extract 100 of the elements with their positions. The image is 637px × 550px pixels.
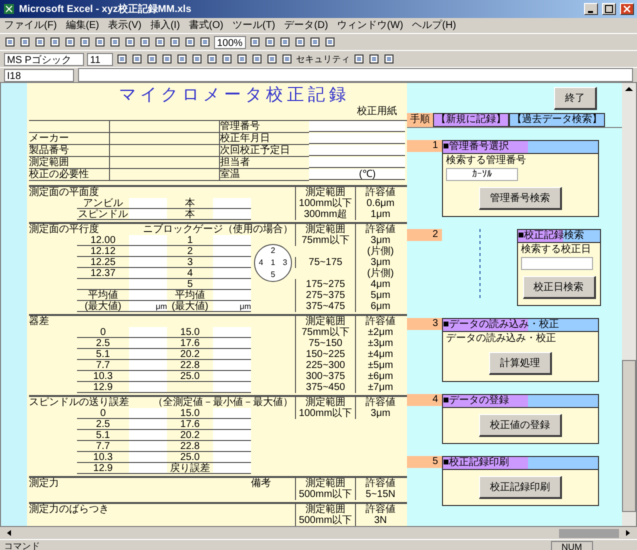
info-label: 製品番号 (29, 145, 109, 157)
formula-input[interactable] (78, 68, 633, 82)
input-cell[interactable] (129, 441, 167, 452)
info-label: 測定範囲 (29, 157, 109, 169)
remark-label: 備考 (251, 478, 271, 489)
input-cell[interactable] (129, 419, 167, 430)
info-input[interactable] (309, 121, 405, 132)
step-button[interactable]: 校正日検索 (522, 276, 596, 299)
input-cell[interactable] (129, 198, 167, 209)
end-button[interactable]: 終了 (554, 86, 597, 110)
input-cell[interactable] (213, 268, 251, 279)
input-cell[interactable] (129, 408, 167, 419)
input-cell[interactable] (129, 349, 167, 360)
info-input[interactable] (309, 145, 405, 156)
spec-header: 測定範囲 (295, 224, 355, 235)
input-cell[interactable] (213, 360, 251, 371)
search-field[interactable]: ｶｰｿﾙ (446, 168, 518, 181)
input-cell[interactable] (213, 408, 251, 419)
input-cell[interactable] (213, 371, 251, 382)
spec-range: 500mm以下 (295, 515, 355, 526)
info-value-cell[interactable] (109, 169, 219, 181)
menu-item[interactable]: 表示(V) (108, 18, 142, 33)
input-cell[interactable] (129, 452, 167, 463)
sheet-subtitle: 校正用紙 (356, 106, 398, 118)
step-button[interactable]: 計算処理 (489, 352, 552, 375)
input-cell[interactable] (213, 338, 251, 349)
step-button[interactable]: 校正記録印刷 (479, 476, 562, 499)
input-cell[interactable] (129, 235, 167, 246)
name-box[interactable]: I18 (4, 68, 74, 82)
menu-item[interactable]: ヘルプ(H) (412, 18, 456, 33)
input-cell[interactable] (129, 360, 167, 371)
menu-item[interactable]: データ(D) (284, 18, 328, 33)
input-cell[interactable] (213, 246, 251, 257)
step-button[interactable]: 校正値の登録 (479, 414, 562, 437)
input-cell[interactable] (129, 279, 167, 290)
input-cell[interactable] (213, 235, 251, 246)
input-cell[interactable] (213, 198, 251, 209)
minimize-button[interactable] (584, 3, 598, 15)
spec-range: 375~475 (295, 301, 355, 312)
menu-item[interactable]: 書式(O) (188, 18, 224, 33)
info-input[interactable] (309, 133, 405, 144)
section-title: 器差 (29, 316, 49, 327)
input-cell[interactable] (213, 430, 251, 441)
security-button[interactable]: セキュリティ (296, 52, 350, 66)
tab[interactable]: 【新規に記録】 (433, 113, 509, 127)
input-cell[interactable] (129, 290, 167, 301)
menu-item[interactable]: 挿入(I) (150, 18, 180, 33)
input-cell[interactable] (129, 463, 167, 474)
scrollbar-thumb[interactable] (622, 360, 636, 512)
info-value-cell[interactable] (109, 157, 219, 169)
spec-tolerance: 1μm (355, 209, 405, 220)
input-cell[interactable] (213, 327, 251, 338)
input-cell[interactable] (129, 209, 167, 220)
input-cell[interactable] (129, 382, 167, 393)
input-cell[interactable] (213, 463, 251, 474)
vertical-scrollbar[interactable] (622, 83, 636, 526)
info-value-cell[interactable] (109, 121, 219, 133)
scrollbar-thumb[interactable] (559, 528, 619, 538)
input-cell[interactable] (129, 371, 167, 382)
spec-header: 許容値 (355, 397, 405, 408)
input-cell[interactable] (213, 279, 251, 290)
input-cell[interactable] (213, 452, 251, 463)
search-field[interactable] (521, 257, 593, 270)
input-cell[interactable] (213, 382, 251, 393)
input-cell[interactable] (129, 257, 167, 268)
input-cell[interactable] (129, 268, 167, 279)
font-dropdown[interactable]: MS Pゴシック (4, 52, 84, 66)
info-input[interactable] (309, 157, 405, 168)
spec-range: 375~450 (295, 382, 355, 393)
input-cell[interactable] (129, 327, 167, 338)
tab[interactable]: 【過去データ検索】 (509, 113, 605, 127)
input-cell[interactable] (213, 209, 251, 220)
spec-header: 測定範囲 (295, 316, 355, 327)
close-button[interactable] (620, 3, 634, 15)
input-cell[interactable] (129, 338, 167, 349)
menu-item[interactable]: 編集(E) (66, 18, 100, 33)
spec-header: 許容値 (355, 316, 405, 327)
font-size-dropdown[interactable]: 11 (87, 52, 113, 66)
info-value-cell[interactable] (109, 145, 219, 157)
input-cell[interactable] (129, 430, 167, 441)
input-cell[interactable] (213, 419, 251, 430)
spec-header: 許容値 (355, 478, 405, 489)
menu-item[interactable]: ツール(T) (232, 18, 276, 33)
input-cell[interactable] (129, 246, 167, 257)
info-value-cell[interactable] (109, 133, 219, 145)
input-cell[interactable] (213, 441, 251, 452)
input-cell[interactable]: μm (213, 301, 251, 312)
menu-item[interactable]: ウィンドウ(W) (337, 18, 404, 33)
step-number: 4 (407, 394, 442, 406)
step-button[interactable]: 管理番号検索 (479, 187, 562, 210)
input-cell[interactable]: μm (129, 301, 167, 312)
input-cell[interactable] (213, 257, 251, 268)
input-cell[interactable] (213, 290, 251, 301)
spec-range: 300mm超 (295, 209, 355, 220)
menu-item[interactable]: ファイル(F) (4, 18, 57, 33)
spec-tolerance: 6μm (355, 301, 405, 312)
info-input[interactable]: (℃) (309, 169, 405, 180)
maximize-button[interactable] (602, 3, 616, 15)
input-cell[interactable] (213, 349, 251, 360)
zoom-dropdown[interactable]: 100% (214, 36, 246, 48)
